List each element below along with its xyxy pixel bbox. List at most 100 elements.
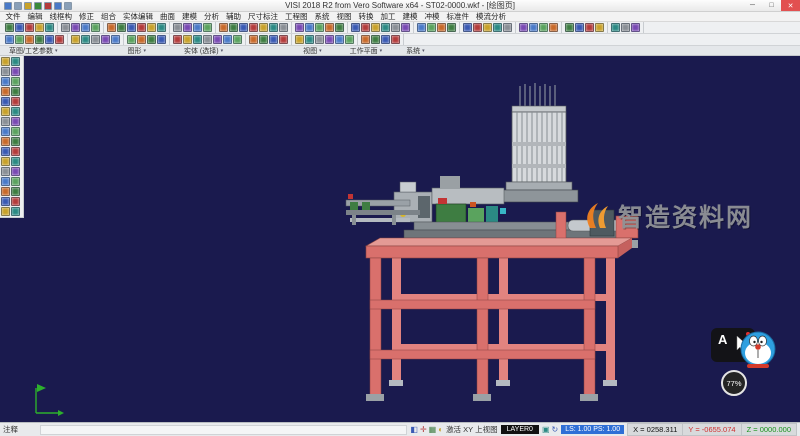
toolbar-icon[interactable] [473, 23, 482, 32]
toolbar-icon[interactable] [127, 23, 136, 32]
toolbar-icon[interactable] [157, 35, 166, 44]
layer-badge[interactable]: LAYER0 [501, 425, 539, 434]
toolbar-icon[interactable] [575, 23, 584, 32]
toolbar-icon[interactable] [15, 35, 24, 44]
toolbar-icon[interactable] [371, 23, 380, 32]
sidebar-tool-icon[interactable] [11, 57, 20, 66]
sidebar-tool-icon[interactable] [11, 97, 20, 106]
toolbar-icon[interactable] [193, 23, 202, 32]
toolbar-icon[interactable] [295, 35, 304, 44]
ribbon-tab[interactable]: 系统▾ [403, 46, 428, 56]
menu-item[interactable]: 建模 [179, 11, 201, 22]
sidebar-tool-icon[interactable] [1, 57, 10, 66]
toolbar-icon[interactable] [611, 23, 620, 32]
ribbon-tab[interactable]: 实体 (选择)▾ [181, 46, 226, 56]
toolbar-icon[interactable] [519, 23, 528, 32]
toolbar-icon[interactable] [55, 35, 64, 44]
toolbar-icon[interactable] [249, 23, 258, 32]
toolbar-icon[interactable] [401, 23, 410, 32]
toolbar-icon[interactable] [203, 23, 212, 32]
sidebar-tool-icon[interactable] [11, 117, 20, 126]
sidebar-tool-icon[interactable] [1, 167, 10, 176]
menu-item[interactable]: 组合 [98, 11, 120, 22]
toolbar-icon[interactable] [463, 23, 472, 32]
sidebar-tool-icon[interactable] [1, 97, 10, 106]
ribbon-tab[interactable]: 草图/工艺参数▾ [6, 46, 60, 56]
sidebar-tool-icon[interactable] [1, 127, 10, 136]
quick-access-icon[interactable] [24, 2, 32, 10]
menu-item[interactable]: 编辑 [24, 11, 46, 22]
toolbar-icon[interactable] [621, 23, 630, 32]
sidebar-tool-icon[interactable] [1, 197, 10, 206]
sidebar-tool-icon[interactable] [11, 197, 20, 206]
toolbar-icon[interactable] [315, 23, 324, 32]
toolbar-icon[interactable] [335, 23, 344, 32]
sidebar-tool-icon[interactable] [11, 87, 20, 96]
toolbar-icon[interactable] [325, 23, 334, 32]
menu-item[interactable]: 实体编辑 [120, 11, 157, 22]
sidebar-tool-icon[interactable] [1, 187, 10, 196]
toolbar-icon[interactable] [565, 23, 574, 32]
toolbar-icon[interactable] [147, 35, 156, 44]
sidebar-tool-icon[interactable] [1, 77, 10, 86]
toolbar-icon[interactable] [529, 23, 538, 32]
sidebar-tool-icon[interactable] [1, 87, 10, 96]
toolbar-icon[interactable] [81, 35, 90, 44]
quick-access-icon[interactable] [44, 2, 52, 10]
units-icon[interactable]: ▣ [542, 426, 550, 434]
menu-item[interactable]: 工程图 [282, 11, 312, 22]
menu-item[interactable]: 系统 [311, 11, 333, 22]
sidebar-tool-icon[interactable] [11, 207, 20, 216]
toolbar-icon[interactable] [81, 23, 90, 32]
toolbar-icon[interactable] [101, 35, 110, 44]
menu-item[interactable]: 加工 [377, 11, 399, 22]
toolbar-icon[interactable] [91, 23, 100, 32]
sidebar-tool-icon[interactable] [11, 177, 20, 186]
toolbar-icon[interactable] [137, 35, 146, 44]
toolbar-icon[interactable] [219, 23, 228, 32]
active-view-label[interactable]: 激活 XY 上视图 [446, 424, 498, 435]
menu-item[interactable]: 尺寸标注 [245, 11, 282, 22]
toolbar-icon[interactable] [45, 23, 54, 32]
toolbar-icon[interactable] [269, 23, 278, 32]
toolbar-icon[interactable] [585, 23, 594, 32]
sidebar-tool-icon[interactable] [11, 107, 20, 116]
menu-item[interactable]: 转换 [355, 11, 377, 22]
toolbar-icon[interactable] [371, 35, 380, 44]
toolbar-icon[interactable] [107, 23, 116, 32]
toolbar-icon[interactable] [391, 35, 400, 44]
sidebar-tool-icon[interactable] [11, 67, 20, 76]
toolbar-icon[interactable] [5, 35, 14, 44]
menu-item[interactable]: 模流分析 [473, 11, 510, 22]
toolbar-icon[interactable] [259, 35, 268, 44]
toolbar-icon[interactable] [213, 35, 222, 44]
toolbar-icon[interactable] [203, 35, 212, 44]
quick-access-icon[interactable] [64, 2, 72, 10]
grid-toggle-icon[interactable]: ▦ [429, 426, 437, 434]
toolbar-icon[interactable] [137, 23, 146, 32]
toolbar-icon[interactable] [71, 35, 80, 44]
toolbar-icon[interactable] [193, 35, 202, 44]
toolbar-icon[interactable] [427, 23, 436, 32]
menu-item[interactable]: 文件 [2, 11, 24, 22]
toolbar-icon[interactable] [223, 35, 232, 44]
sidebar-tool-icon[interactable] [1, 117, 10, 126]
toolbar-icon[interactable] [417, 23, 426, 32]
toolbar-icon[interactable] [25, 35, 34, 44]
toolbar-icon[interactable] [361, 23, 370, 32]
menu-item[interactable]: 标准件 [443, 11, 473, 22]
menu-item[interactable]: 修正 [76, 11, 98, 22]
menu-item[interactable]: 建模 [399, 11, 421, 22]
maximize-button[interactable]: □ [762, 0, 781, 11]
toolbar-icon[interactable] [539, 23, 548, 32]
toolbar-icon[interactable] [381, 23, 390, 32]
toolbar-icon[interactable] [483, 23, 492, 32]
toolbar-icon[interactable] [503, 23, 512, 32]
toolbar-icon[interactable] [259, 23, 268, 32]
toolbar-icon[interactable] [335, 35, 344, 44]
sidebar-tool-icon[interactable] [11, 167, 20, 176]
refresh-icon[interactable]: ↻ [552, 426, 559, 434]
quick-access-icon[interactable] [34, 2, 42, 10]
zoom-badge[interactable]: 77% [721, 370, 747, 396]
toolbar-icon[interactable] [249, 35, 258, 44]
